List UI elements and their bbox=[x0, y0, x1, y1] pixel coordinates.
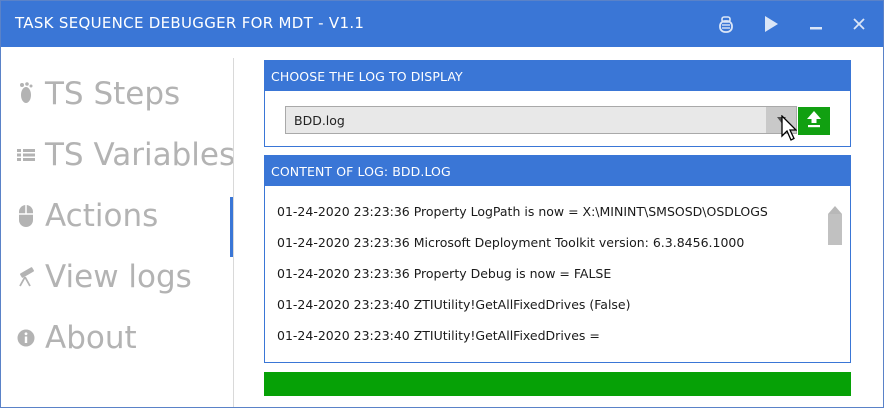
log-line: 01-24-2020 23:23:36 Property LogPath is … bbox=[277, 204, 768, 219]
close-icon[interactable] bbox=[846, 11, 872, 37]
sidebar-item-view-logs[interactable]: View logs bbox=[15, 257, 192, 297]
sidebar-item-label: TS Variables bbox=[45, 137, 236, 173]
info-icon bbox=[15, 327, 37, 349]
choose-log-header: CHOOSE THE LOG TO DISPLAY bbox=[265, 61, 850, 91]
play-icon[interactable] bbox=[758, 11, 784, 37]
log-select-value: BDD.log bbox=[294, 113, 345, 128]
sidebar-item-ts-steps[interactable]: TS Steps bbox=[15, 74, 180, 114]
mouse-icon bbox=[15, 205, 37, 227]
list-icon bbox=[15, 144, 37, 166]
minimize-icon[interactable] bbox=[803, 11, 829, 37]
log-line: 01-24-2020 23:23:36 Microsoft Deployment… bbox=[277, 235, 745, 250]
scroll-up-icon[interactable] bbox=[827, 200, 843, 214]
sidebar-item-actions[interactable]: Actions bbox=[15, 196, 158, 236]
progress-bar bbox=[264, 372, 851, 396]
load-log-button[interactable] bbox=[798, 107, 830, 135]
progress-fill bbox=[264, 372, 851, 396]
mouse-pointer-icon bbox=[781, 114, 798, 143]
upload-icon bbox=[806, 110, 822, 132]
log-line: 01-24-2020 23:23:36 Property Debug is no… bbox=[277, 266, 612, 281]
log-select[interactable]: BDD.log bbox=[285, 106, 797, 134]
app-window: TASK SEQUENCE DEBUGGER FOR MDT - V1.1 TS… bbox=[0, 0, 884, 408]
bug-icon[interactable] bbox=[713, 11, 739, 37]
footprint-icon bbox=[15, 82, 37, 105]
sidebar-item-about[interactable]: About bbox=[15, 318, 137, 358]
sidebar-item-label: About bbox=[45, 320, 137, 356]
telescope-icon bbox=[15, 266, 37, 288]
log-content-header: CONTENT OF LOG: BDD.LOG bbox=[265, 156, 850, 186]
log-line: 01-24-2020 23:23:40 ZTIUtility!GetAllFix… bbox=[277, 297, 631, 312]
log-line: 01-24-2020 23:23:40 ZTIUtility!GetAllFix… bbox=[277, 328, 600, 343]
sidebar-item-label: Actions bbox=[45, 198, 159, 234]
sidebar-item-label: View logs bbox=[45, 259, 192, 295]
sidebar-item-ts-variables[interactable]: TS Variables bbox=[15, 135, 235, 175]
sidebar-divider bbox=[233, 58, 234, 407]
sidebar-item-label: TS Steps bbox=[45, 76, 181, 112]
scrollbar-thumb[interactable] bbox=[828, 214, 842, 245]
window-title: TASK SEQUENCE DEBUGGER FOR MDT - V1.1 bbox=[15, 14, 365, 32]
title-bar[interactable]: TASK SEQUENCE DEBUGGER FOR MDT - V1.1 bbox=[1, 1, 883, 47]
